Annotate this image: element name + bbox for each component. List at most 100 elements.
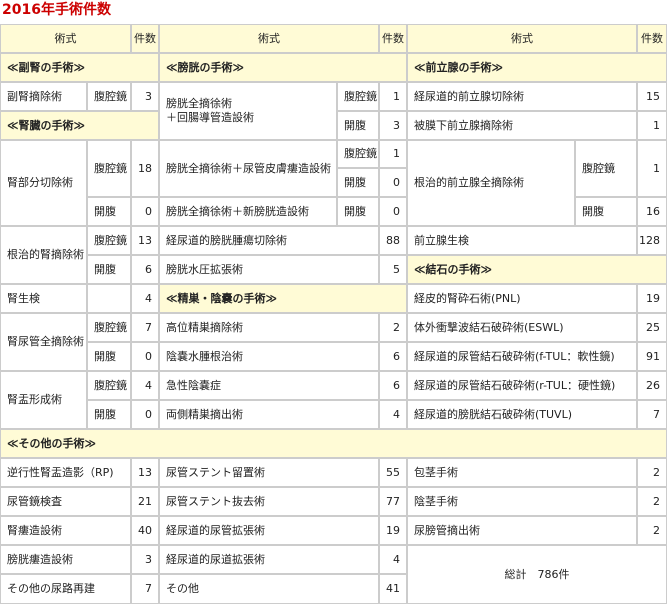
partial-nephrectomy-lap-count: 18 — [131, 140, 159, 197]
stone-row-count: 19 — [637, 284, 667, 313]
approach-laparoscopic: 腹腔鏡 — [337, 140, 379, 168]
cystectomy-neobladder-name: 膀胱全摘徐術＋新膀胱造設術 — [159, 197, 337, 226]
cystectomy-ureterostomy-name: 膀胱全摘徐術＋尿管皮膚瘻造設術 — [159, 140, 337, 197]
turbt-count: 88 — [379, 226, 407, 255]
total-count: 総計 786件 — [407, 545, 667, 604]
cystectomy-ureterostomy-lap-count: 1 — [379, 140, 407, 168]
approach-laparoscopic: 腹腔鏡 — [575, 140, 637, 197]
turbt-name: 経尿道的膀胱腫瘍切除術 — [159, 226, 379, 255]
testis-row-name: 陰嚢水腫根治術 — [159, 342, 379, 371]
stone-row-name: 経尿道的膀胱結石破砕術(TUVL) — [407, 400, 637, 429]
approach-laparoscopic: 腹腔鏡 — [337, 82, 379, 111]
cystectomy-ileal-line2: ＋回腸導管造設術 — [166, 111, 254, 124]
kidney-biopsy-count: 4 — [131, 284, 159, 313]
approach-laparoscopic: 腹腔鏡 — [87, 82, 131, 111]
header-name-col2: 術式 — [159, 24, 379, 53]
cystectomy-ileal-conduit-name: 膀胱全摘徐術 ＋回腸導管造設術 — [159, 82, 337, 140]
retropubic-prostatectomy-count: 1 — [637, 111, 667, 140]
testis-row-name: 両側精巣摘出術 — [159, 400, 379, 429]
nephroureterectomy-lap-count: 7 — [131, 313, 159, 342]
other-row-count: 40 — [131, 516, 159, 545]
hydrodistension-name: 膀胱水圧拡張術 — [159, 255, 379, 284]
other-row-name: 包茎手術 — [407, 458, 637, 487]
partial-nephrectomy-open-count: 0 — [131, 197, 159, 226]
testis-row-count: 6 — [379, 371, 407, 400]
prostate-biopsy-name: 前立腺生検 — [407, 226, 637, 255]
radical-prostatectomy-name: 根治的前立腺全摘除術 — [407, 140, 575, 226]
empty-cell — [87, 284, 131, 313]
radical-nephrectomy-lap-count: 13 — [131, 226, 159, 255]
other-row-count: 21 — [131, 487, 159, 516]
testis-row-count: 2 — [379, 313, 407, 342]
partial-nephrectomy-name: 腎部分切除術 — [0, 140, 87, 226]
section-stone: ≪結石の手術≫ — [407, 255, 667, 284]
header-count-col3: 件数 — [637, 24, 667, 53]
section-bladder: ≪膀胱の手術≫ — [159, 53, 407, 82]
stone-row-count: 25 — [637, 313, 667, 342]
approach-laparoscopic: 腹腔鏡 — [87, 313, 131, 342]
approach-laparoscopic: 腹腔鏡 — [87, 140, 131, 197]
approach-open: 開腹 — [337, 111, 379, 140]
approach-open: 開腹 — [337, 197, 379, 226]
cystectomy-neobladder-open-count: 0 — [379, 197, 407, 226]
cystectomy-ureterostomy-open-count: 0 — [379, 168, 407, 197]
stone-row-name: 体外衝撃波結石破砕術(ESWL) — [407, 313, 637, 342]
approach-open: 開腹 — [87, 342, 131, 371]
stone-row-name: 経皮的腎砕石術(PNL) — [407, 284, 637, 313]
testis-row-count: 4 — [379, 400, 407, 429]
other-row-name: 尿管ステント抜去術 — [159, 487, 379, 516]
other-row-count: 13 — [131, 458, 159, 487]
approach-laparoscopic: 腹腔鏡 — [87, 371, 131, 400]
section-prostate: ≪前立腺の手術≫ — [407, 53, 667, 82]
testis-row-name: 高位精巣摘除術 — [159, 313, 379, 342]
other-row-name: 経尿道的尿管拡張術 — [159, 516, 379, 545]
section-kidney: ≪腎臓の手術≫ — [0, 111, 159, 140]
cystectomy-ileal-line1: 膀胱全摘徐術 — [166, 97, 232, 110]
header-count-col2: 件数 — [379, 24, 407, 53]
other-row-name: その他の尿路再建 — [0, 574, 131, 604]
other-row-count: 2 — [637, 458, 667, 487]
other-row-name: 腎瘻造設術 — [0, 516, 131, 545]
header-name-col1: 術式 — [0, 24, 131, 53]
other-row-count: 2 — [637, 516, 667, 545]
radical-nephrectomy-name: 根治的腎摘除術 — [0, 226, 87, 284]
other-row-count: 41 — [379, 574, 407, 604]
cystectomy-ileal-lap-count: 1 — [379, 82, 407, 111]
radical-nephrectomy-open-count: 6 — [131, 255, 159, 284]
turp-name: 経尿道的前立腺切除術 — [407, 82, 637, 111]
hydrodistension-count: 5 — [379, 255, 407, 284]
other-row-count: 7 — [131, 574, 159, 604]
stone-row-count: 7 — [637, 400, 667, 429]
other-row-name: 膀胱瘻造設術 — [0, 545, 131, 574]
approach-open: 開腹 — [87, 197, 131, 226]
cystectomy-ileal-open-count: 3 — [379, 111, 407, 140]
header-count-col1: 件数 — [131, 24, 159, 53]
other-row-count: 55 — [379, 458, 407, 487]
stone-row-count: 26 — [637, 371, 667, 400]
section-adrenal: ≪副腎の手術≫ — [0, 53, 159, 82]
header-name-col3: 術式 — [407, 24, 637, 53]
testis-row-count: 6 — [379, 342, 407, 371]
stone-row-name: 経尿道的尿管結石破砕術(f-TUL：軟性鏡) — [407, 342, 637, 371]
other-row-name: 尿管鏡検査 — [0, 487, 131, 516]
other-row-name: 尿管ステント留置術 — [159, 458, 379, 487]
other-row-count: 19 — [379, 516, 407, 545]
adrenalectomy-name: 副腎摘除術 — [0, 82, 87, 111]
approach-laparoscopic: 腹腔鏡 — [87, 226, 131, 255]
adrenalectomy-lap-count: 3 — [131, 82, 159, 111]
approach-open: 開腹 — [575, 197, 637, 226]
other-row-name: 経尿道的尿道拡張術 — [159, 545, 379, 574]
other-row-count: 2 — [637, 487, 667, 516]
nephroureterectomy-open-count: 0 — [131, 342, 159, 371]
other-row-name: その他 — [159, 574, 379, 604]
pyeloplasty-lap-count: 4 — [131, 371, 159, 400]
other-row-name: 尿膀管摘出術 — [407, 516, 637, 545]
other-row-name: 陰茎手術 — [407, 487, 637, 516]
stone-row-count: 91 — [637, 342, 667, 371]
other-row-name: 逆行性腎盂造影（RP) — [0, 458, 131, 487]
other-row-count: 4 — [379, 545, 407, 574]
pyeloplasty-open-count: 0 — [131, 400, 159, 429]
pyeloplasty-name: 腎盂形成術 — [0, 371, 87, 429]
approach-open: 開腹 — [87, 400, 131, 429]
prostate-biopsy-count: 128 — [637, 226, 667, 255]
